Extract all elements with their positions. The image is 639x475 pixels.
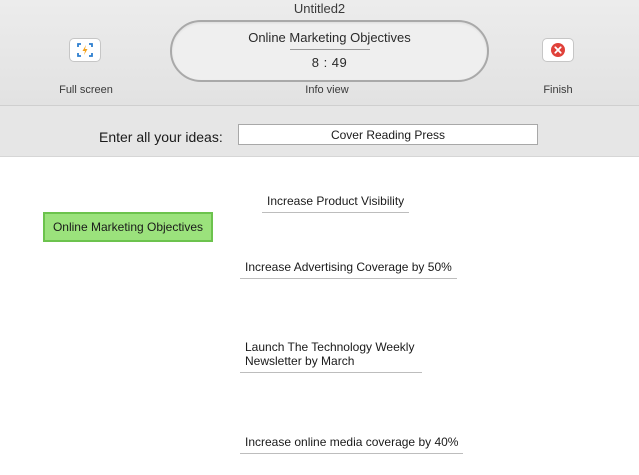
full-screen-label: Full screen: [59, 84, 113, 96]
finish-icon: [551, 43, 565, 57]
idea-entry-bar: Enter all your ideas:: [0, 106, 639, 157]
info-view-title: Online Marketing Objectives: [248, 30, 411, 45]
info-view-label: Info view: [305, 84, 349, 96]
idea-node[interactable]: Increase Product Visibility: [262, 194, 410, 213]
finish-label: Finish: [543, 84, 573, 96]
idea-node[interactable]: Increase Advertising Coverage by 50%: [240, 260, 457, 279]
mind-map-canvas[interactable]: Online Marketing Objectives Increase Pro…: [0, 157, 639, 475]
idea-input[interactable]: [238, 124, 538, 145]
idea-entry-label: Enter all your ideas:: [99, 129, 223, 145]
idea-node[interactable]: Launch The Technology Weekly Newsletter …: [240, 340, 422, 373]
finish-button[interactable]: [542, 38, 574, 62]
full-screen-icon: [77, 43, 93, 57]
info-view-divider: [290, 49, 370, 50]
central-topic[interactable]: Online Marketing Objectives: [43, 212, 213, 242]
full-screen-button[interactable]: [69, 38, 101, 62]
window-title: Untitled2: [293, 1, 346, 16]
idea-node[interactable]: Increase online media coverage by 40%: [240, 435, 464, 454]
session-timer: 8 : 49: [311, 55, 348, 70]
toolbar: Untitled2 Full screen Online Marketing O…: [0, 0, 639, 106]
info-view[interactable]: Online Marketing Objectives 8 : 49: [170, 20, 489, 82]
